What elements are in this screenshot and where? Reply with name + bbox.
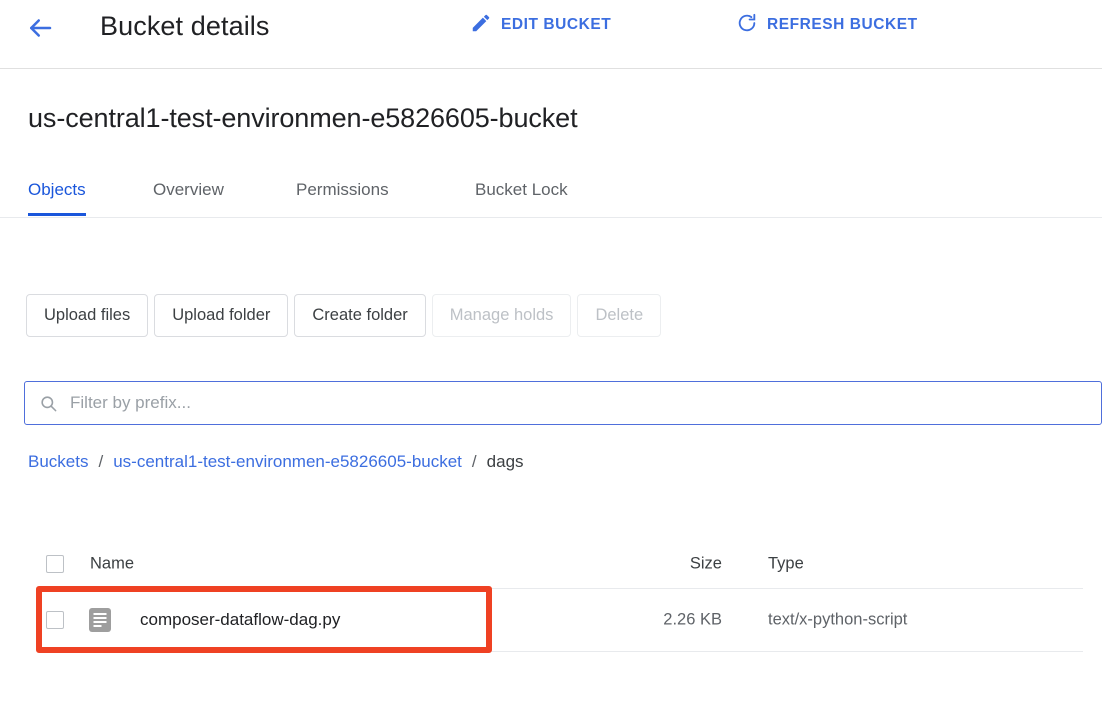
tab-permissions[interactable]: Permissions (296, 170, 389, 216)
tab-bar: Objects Overview Permissions Bucket Lock (0, 170, 1102, 218)
manage-holds-button: Manage holds (432, 294, 572, 337)
object-size: 2.26 KB (598, 611, 722, 630)
column-header-size[interactable]: Size (598, 555, 722, 574)
search-icon (39, 394, 58, 413)
tab-permissions-label: Permissions (296, 180, 389, 199)
tab-overview-label: Overview (153, 180, 224, 199)
tab-objects[interactable]: Objects (28, 170, 86, 216)
page-title: Bucket details (100, 4, 270, 48)
row-checkbox[interactable] (46, 611, 64, 629)
breadcrumb-separator: / (98, 452, 103, 472)
refresh-bucket-label: REFRESH BUCKET (767, 16, 918, 34)
tab-objects-label: Objects (28, 180, 86, 199)
breadcrumb-item-buckets[interactable]: Buckets (28, 452, 88, 472)
pencil-icon (470, 12, 492, 39)
column-header-name[interactable]: Name (90, 555, 134, 574)
filter-by-prefix-field[interactable] (24, 381, 1102, 425)
breadcrumb-item-dags: dags (487, 452, 524, 472)
tab-bucket-lock[interactable]: Bucket Lock (475, 170, 568, 216)
objects-table: Name Size Type composer-dataflow-dag.py … (38, 540, 1083, 652)
arrow-left-icon (25, 13, 55, 48)
edit-bucket-button[interactable]: EDIT BUCKET (470, 6, 611, 44)
refresh-bucket-button[interactable]: REFRESH BUCKET (736, 6, 918, 44)
table-header-row: Name Size Type (38, 540, 1083, 589)
select-all-checkbox[interactable] (46, 555, 64, 573)
create-folder-button[interactable]: Create folder (294, 294, 425, 337)
objects-toolbar: Upload files Upload folder Create folder… (26, 294, 661, 337)
object-type: text/x-python-script (768, 611, 907, 630)
filter-input[interactable] (70, 393, 1101, 413)
delete-button: Delete (577, 294, 661, 337)
upload-folder-button[interactable]: Upload folder (154, 294, 288, 337)
bucket-name-heading: us-central1-test-environmen-e5826605-buc… (28, 103, 578, 134)
table-row[interactable]: composer-dataflow-dag.py 2.26 KB text/x-… (38, 589, 1083, 652)
column-header-type[interactable]: Type (768, 555, 804, 574)
edit-bucket-label: EDIT BUCKET (501, 16, 611, 34)
tab-overview[interactable]: Overview (153, 170, 224, 216)
breadcrumb: Buckets / us-central1-test-environmen-e5… (28, 452, 524, 472)
app-bar: Bucket details EDIT BUCKET REFRESH BUCKE… (0, 0, 1102, 69)
object-name-link[interactable]: composer-dataflow-dag.py (140, 610, 340, 630)
breadcrumb-separator: / (472, 452, 477, 472)
breadcrumb-item-bucket[interactable]: us-central1-test-environmen-e5826605-buc… (113, 452, 462, 472)
back-button[interactable] (18, 8, 62, 52)
refresh-icon (736, 12, 758, 39)
upload-files-button[interactable]: Upload files (26, 294, 148, 337)
file-document-icon (88, 607, 112, 633)
tab-bucket-lock-label: Bucket Lock (475, 180, 568, 199)
